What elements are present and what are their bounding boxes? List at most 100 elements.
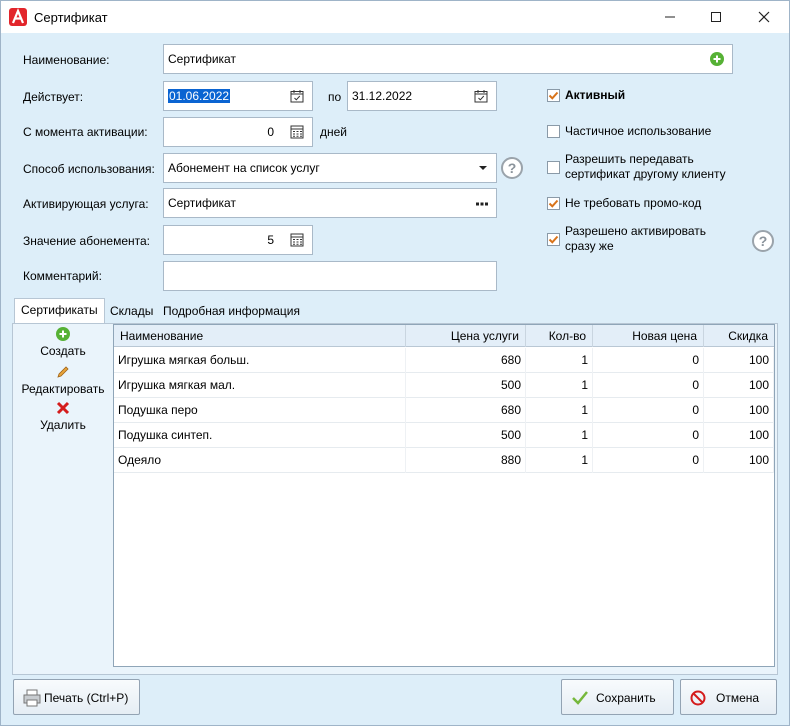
- comment-label: Комментарий:: [23, 269, 102, 283]
- print-button[interactable]: Печать (Ctrl+P): [13, 679, 140, 715]
- chevron-down-icon[interactable]: [478, 164, 488, 172]
- create-button[interactable]: Создать: [13, 327, 113, 358]
- subscription-input[interactable]: 5: [163, 225, 313, 255]
- service-label: Активирующая услуга:: [23, 197, 149, 211]
- cell-price: 880: [406, 448, 526, 473]
- cell-discount: 100: [704, 348, 774, 373]
- date-separator-label: по: [328, 90, 342, 104]
- minimize-button[interactable]: [647, 1, 693, 33]
- printer-icon: [23, 689, 41, 707]
- tab-warehouses[interactable]: Склады: [104, 300, 159, 324]
- header-price[interactable]: Цена услуги: [406, 325, 526, 347]
- close-icon: [758, 11, 770, 23]
- active-label: Активный: [565, 88, 626, 102]
- activation-unit-label: дней: [320, 125, 348, 139]
- window-title: Сертификат: [34, 10, 108, 25]
- cell-name: Подушка синтеп.: [114, 423, 406, 448]
- activation-days-value: 0: [267, 125, 274, 139]
- allow-transfer-label-line2: сертификат другому клиенту: [565, 167, 726, 181]
- header-name[interactable]: Наименование: [114, 325, 406, 347]
- date-from-value: 01.06.2022: [168, 89, 231, 103]
- cell-qty: 1: [526, 423, 593, 448]
- calculator-icon[interactable]: [290, 233, 304, 247]
- tab-certificates[interactable]: Сертификаты: [14, 298, 105, 324]
- maximize-icon: [711, 12, 721, 22]
- service-value: Сертификат: [168, 196, 236, 210]
- delete-label: Удалить: [40, 418, 86, 432]
- cell-discount: 100: [704, 373, 774, 398]
- calendar-icon[interactable]: [290, 89, 304, 103]
- certificates-panel: Создать Редактировать Удалить Наименован…: [12, 323, 778, 675]
- edit-label: Редактировать: [21, 382, 105, 396]
- cell-qty: 1: [526, 398, 593, 423]
- header-discount[interactable]: Скидка: [704, 325, 774, 347]
- cell-discount: 100: [704, 398, 774, 423]
- print-label: Печать (Ctrl+P): [44, 691, 129, 705]
- no-promo-checkbox[interactable]: [547, 197, 560, 210]
- ellipsis-icon[interactable]: [476, 202, 488, 206]
- activation-label: С момента активации:: [23, 125, 148, 139]
- save-button[interactable]: Сохранить: [561, 679, 674, 715]
- tabs-area: Сертификаты Склады Подробная информация …: [12, 298, 778, 675]
- cell-discount: 100: [704, 448, 774, 473]
- header-qty[interactable]: Кол-во: [526, 325, 593, 347]
- activate-now-label-line2: сразу же: [565, 239, 614, 253]
- table-row[interactable]: Игрушка мягкая мал. 500 1 0 100: [114, 373, 774, 398]
- header-new-price[interactable]: Новая цена: [593, 325, 704, 347]
- date-from-input[interactable]: 01.06.2022: [163, 81, 313, 111]
- checkmark-icon: [548, 199, 559, 208]
- add-icon[interactable]: [710, 52, 724, 66]
- cell-name: Одеяло: [114, 448, 406, 473]
- partial-use-label: Частичное использование: [565, 124, 712, 138]
- usage-select[interactable]: Абонемент на список услуг: [163, 153, 497, 183]
- close-button[interactable]: [741, 1, 787, 33]
- delete-icon: [56, 401, 70, 415]
- check-icon: [572, 691, 588, 705]
- activate-help-icon[interactable]: ?: [752, 230, 774, 252]
- table-header: Наименование Цена услуги Кол-во Новая це…: [114, 325, 774, 347]
- cancel-button[interactable]: Отмена: [680, 679, 777, 715]
- activate-now-checkbox[interactable]: [547, 233, 560, 246]
- cell-name: Игрушка мягкая больш.: [114, 348, 406, 373]
- cell-price: 680: [406, 348, 526, 373]
- checkmark-icon: [548, 235, 559, 244]
- active-checkbox[interactable]: [547, 89, 560, 102]
- table-row[interactable]: Игрушка мягкая больш. 680 1 0 100: [114, 348, 774, 373]
- usage-help-icon[interactable]: ?: [501, 157, 523, 179]
- calendar-icon[interactable]: [474, 89, 488, 103]
- name-input[interactable]: Сертификат: [163, 44, 733, 74]
- cell-new-price: 0: [593, 398, 704, 423]
- usage-value: Абонемент на список услуг: [168, 161, 320, 175]
- tab-details[interactable]: Подробная информация: [157, 300, 306, 324]
- cell-name: Подушка перо: [114, 398, 406, 423]
- allow-transfer-checkbox[interactable]: [547, 161, 560, 174]
- checkmark-icon: [548, 91, 559, 100]
- edit-button[interactable]: Редактировать: [13, 365, 113, 396]
- comment-input[interactable]: [163, 261, 497, 291]
- delete-button[interactable]: Удалить: [13, 401, 113, 432]
- cell-new-price: 0: [593, 348, 704, 373]
- usage-label: Способ использования:: [23, 162, 155, 176]
- date-to-value: 31.12.2022: [352, 89, 413, 103]
- allow-transfer-label-line1: Разрешить передавать: [565, 152, 694, 166]
- services-table[interactable]: Наименование Цена услуги Кол-во Новая це…: [113, 324, 775, 667]
- table-row[interactable]: Подушка синтеп. 500 1 0 100: [114, 423, 774, 448]
- cell-price: 500: [406, 423, 526, 448]
- calculator-icon[interactable]: [290, 125, 304, 139]
- cell-qty: 1: [526, 448, 593, 473]
- table-row[interactable]: Одеяло 880 1 0 100: [114, 448, 774, 473]
- partial-use-checkbox[interactable]: [547, 125, 560, 138]
- service-input[interactable]: Сертификат: [163, 188, 497, 218]
- no-promo-label: Не требовать промо-код: [565, 196, 702, 210]
- activation-days-input[interactable]: 0: [163, 117, 313, 147]
- cell-qty: 1: [526, 348, 593, 373]
- app-logo-icon: [9, 8, 27, 26]
- subscription-value: 5: [267, 233, 274, 247]
- date-to-input[interactable]: 31.12.2022: [347, 81, 497, 111]
- maximize-button[interactable]: [693, 1, 739, 33]
- cell-new-price: 0: [593, 373, 704, 398]
- minimize-icon: [665, 16, 675, 18]
- table-row[interactable]: Подушка перо 680 1 0 100: [114, 398, 774, 423]
- cell-name: Игрушка мягкая мал.: [114, 373, 406, 398]
- cell-new-price: 0: [593, 448, 704, 473]
